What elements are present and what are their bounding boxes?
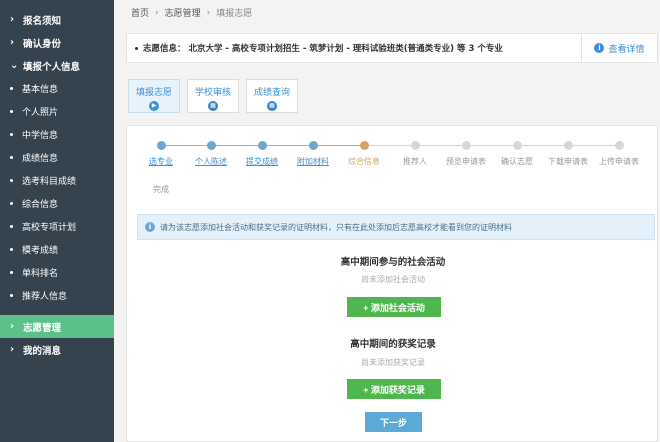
sidebar-subitem-label: 推荐人信息 [22,292,68,302]
step-node [206,141,216,150]
sidebar-subitem-label: 个人照片 [22,108,59,118]
progress-steps: 选专业 个人陈述 提交成绩 附加材料 综合信息 推荐人 预览申请表 确认志愿 下… [135,141,655,201]
sidebar-subitem-label: 选考科目成绩 [22,177,77,187]
sidebar-item-label: 确认身份 [23,38,62,50]
step-node [461,141,471,150]
chevron-right-icon: › [10,321,15,332]
bullet-icon [10,294,13,297]
sidebar-subitem-basic-info[interactable]: 基本信息 [0,77,114,100]
breadcrumb-current: 填报志愿 [216,9,253,19]
info-icon: i [145,222,155,232]
tab-label: 成绩查询 [253,88,290,98]
sidebar-subitem-label: 基本信息 [22,85,59,95]
sidebar-subitem-special-plan[interactable]: 高校专项计划 [0,215,114,238]
sidebar-subitem-comprehensive-info[interactable]: 综合信息 [0,192,114,215]
view-details-link[interactable]: i 查看详情 [581,34,657,62]
chevron-right-icon: › [10,344,15,355]
view-details-label: 查看详情 [608,44,645,55]
chevron-down-icon: ⌄ [10,60,19,71]
bullet-icon [10,202,13,205]
sidebar-subitem-mock-scores[interactable]: 模考成绩 [0,238,114,261]
tab-label: 学校审核 [194,88,231,98]
sidebar-item-label: 填报个人信息 [23,61,81,73]
grid-icon: ▦ [208,101,218,111]
sidebar-subitem-elective-scores[interactable]: 选考科目成绩 [0,169,114,192]
tab-score-query[interactable]: 成绩查询 ▦ [246,79,298,113]
sidebar-item-label: 我的消息 [23,345,62,357]
sidebar-subitem-label: 高校专项计划 [22,223,77,233]
social-activities-title: 高中期间参与的社会活动 [340,257,446,268]
sidebar-subitem-label: 综合信息 [22,200,59,210]
sidebar-item-label: 志愿管理 [23,322,62,334]
bullet-icon [10,248,13,251]
notice-banner: i 请为该志愿添加社会活动和获奖记录的证明材料，只有在此处添加后志愿高校才能看到… [137,214,655,240]
step-label: 完成 [153,185,169,194]
sidebar-subitem-photo[interactable]: 个人照片 [0,100,114,123]
awards-title: 高中期间的获奖记录 [350,339,436,350]
sidebar-subitem-label: 单科排名 [22,269,59,279]
chevron-right-icon: › [155,7,159,18]
tab-fill-application[interactable]: 填报志愿 ▶ [128,79,180,113]
bullet-icon [10,271,13,274]
bullet-icon [10,156,13,159]
sidebar-subitem-subject-rank[interactable]: 单科排名 [0,261,114,284]
tab-school-review[interactable]: 学校审核 ▦ [187,79,239,113]
tab-bar: 填报志愿 ▶ 学校审核 ▦ 成绩查询 ▦ [128,79,305,113]
step-upload-form: 上传申请表 [589,141,649,167]
main-content: 首页 › 志愿管理 › 填报志愿 志愿信息： 北京大学 - 高校专项计划招生 -… [114,0,660,442]
chevron-right-icon: › [10,37,15,48]
sidebar-subitem-school-info[interactable]: 中学信息 [0,123,114,146]
sidebar-item-label: 报名须知 [23,15,62,27]
step-node [308,141,318,150]
bullet-icon [10,179,13,182]
step-label: 上传申请表 [599,157,639,166]
sidebar-item-personal-info[interactable]: ⌄ 填报个人信息 [0,54,114,77]
sidebar-subitem-label: 模考成绩 [22,246,59,256]
step-node [614,141,624,150]
step-complete: 完成 [131,171,191,195]
application-info-text: 志愿信息： 北京大学 - 高校专项计划招生 - 筑梦计划 - 理科试验班类(普通… [143,44,503,54]
chevron-right-icon: › [206,7,211,18]
bullet-icon [135,46,138,50]
tab-label: 填报志愿 [135,88,172,98]
bullet-icon [10,133,13,136]
breadcrumb-section[interactable]: 志愿管理 [165,6,201,19]
next-step-button[interactable]: 下一步 [365,412,422,432]
application-panel: 选专业 个人陈述 提交成绩 附加材料 综合信息 推荐人 预览申请表 确认志愿 下… [126,125,658,442]
bullet-icon [10,110,13,113]
sidebar-item-confirm-identity[interactable]: › 确认身份 [0,31,114,54]
sidebar-subitem-referee-info[interactable]: 推荐人信息 [0,284,114,307]
notice-text: 请为该志愿添加社会活动和获奖记录的证明材料，只有在此处添加后志愿高校才能看到您的… [160,222,512,232]
sidebar-subitem-label: 成绩信息 [22,154,59,164]
sidebar-item-messages[interactable]: › 我的消息 [0,338,114,361]
sidebar: › 报名须知 › 确认身份 ⌄ 填报个人信息 基本信息 个人照片 中学信息 成绩信息 … [0,0,114,442]
sidebar-subitem-scores[interactable]: 成绩信息 [0,146,114,169]
arrow-right-circle-icon: ▶ [149,101,159,111]
breadcrumb: 首页 › 志愿管理 › 填报志愿 [131,6,253,20]
breadcrumb-home[interactable]: 首页 [131,6,149,19]
step-node [563,141,573,150]
step-node [512,141,522,150]
grid-icon: ▦ [267,101,277,111]
step-node [257,141,267,150]
application-info-bar: 志愿信息： 北京大学 - 高校专项计划招生 - 筑梦计划 - 理科试验班类(普通… [126,33,658,63]
step-node [359,141,369,150]
add-award-button[interactable]: + 添加获奖记录 [347,379,441,399]
social-activities-empty: 尚未添加社会活动 [361,275,425,284]
info-icon: i [594,43,605,53]
step-node [410,141,420,150]
bullet-icon [10,225,13,228]
sidebar-item-application-management[interactable]: › 志愿管理 [0,315,114,338]
sidebar-item-notice[interactable]: › 报名须知 [0,8,114,31]
sidebar-subitem-label: 中学信息 [22,131,59,141]
awards-empty: 尚未添加获奖记录 [361,358,425,367]
bullet-icon [10,87,13,90]
add-social-activity-button[interactable]: + 添加社会活动 [347,297,441,317]
step-node [156,141,166,150]
chevron-right-icon: › [10,14,15,25]
